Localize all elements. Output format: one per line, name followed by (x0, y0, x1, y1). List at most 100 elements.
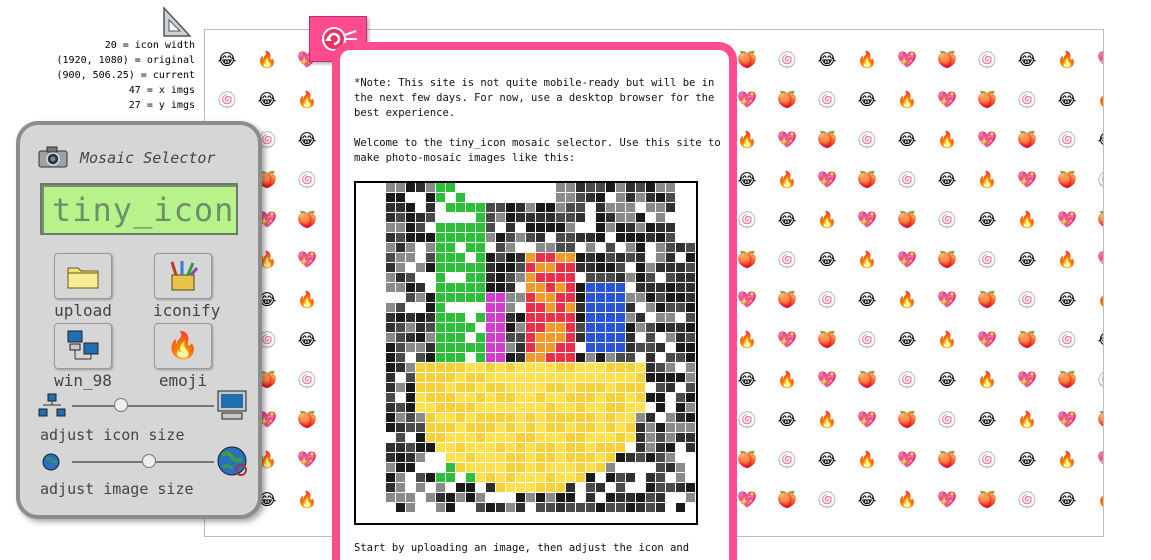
image-size-slider[interactable] (38, 445, 248, 479)
sample-mosaic-tile (546, 363, 555, 372)
sample-mosaic-tile (376, 203, 385, 212)
sample-mosaic-tile (536, 393, 545, 402)
sample-mosaic-tile (356, 483, 365, 492)
sample-mosaic-tile (396, 413, 405, 422)
mosaic-emoji-tile: 😂 (897, 330, 917, 349)
sample-mosaic-tile (356, 253, 365, 262)
mosaic-emoji-tile: 🔥 (977, 170, 997, 189)
sample-mosaic-tile (556, 293, 565, 302)
sample-mosaic-tile (636, 263, 645, 272)
sample-mosaic-tile (456, 323, 465, 332)
sample-mosaic-tile (546, 473, 555, 482)
sample-mosaic-tile (676, 373, 685, 382)
sample-mosaic-tile (356, 473, 365, 482)
sample-mosaic-tile (596, 233, 605, 242)
mosaic-emoji-tile: 🍥 (977, 250, 997, 269)
sample-mosaic-tile (636, 393, 645, 402)
sample-mosaic-tile (356, 303, 365, 312)
sample-mosaic-tile (526, 193, 535, 202)
mosaic-emoji-tile: 🍥 (817, 290, 837, 309)
sample-mosaic-tile (666, 263, 675, 272)
sample-mosaic-tile (466, 303, 475, 312)
icon-size-slider[interactable] (38, 389, 248, 423)
sample-mosaic-tile (386, 483, 395, 492)
mosaic-emoji-tile: 🔥 (817, 210, 837, 229)
sample-mosaic-tile (396, 253, 405, 262)
sample-mosaic-tile (416, 373, 425, 382)
sample-mosaic-tile (546, 513, 555, 522)
sample-mosaic-tile (396, 263, 405, 272)
sample-mosaic-tile (436, 313, 445, 322)
sample-mosaic-tile (506, 513, 515, 522)
sample-mosaic-tile (456, 333, 465, 342)
sample-mosaic-tile (596, 243, 605, 252)
mosaic-emoji-tile: 💖 (1097, 450, 1103, 470)
sample-mosaic-tile (646, 463, 655, 472)
sample-mosaic-tile (526, 333, 535, 342)
sample-mosaic-tile (636, 183, 645, 192)
win98-button[interactable]: win_98 (53, 323, 113, 390)
sample-mosaic-tile (406, 303, 415, 312)
sample-mosaic-tile (496, 223, 505, 232)
sample-mosaic-tile (506, 193, 515, 202)
sample-mosaic-tile (446, 313, 455, 322)
sample-mosaic-tile (616, 513, 625, 522)
sample-mosaic-tile (446, 423, 455, 432)
sample-mosaic-tile (686, 243, 695, 252)
sample-mosaic-tile (376, 353, 385, 362)
sample-mosaic-tile (506, 233, 515, 242)
sample-mosaic-tile (356, 353, 365, 362)
emoji-button[interactable]: 🔥 emoji (153, 323, 213, 390)
sample-mosaic-tile (606, 233, 615, 242)
mosaic-emoji-tile: 🍥 (817, 90, 837, 109)
sample-mosaic-tile (576, 263, 585, 272)
sample-mosaic-tile (566, 323, 575, 332)
sample-mosaic-tile (656, 463, 665, 472)
sample-mosaic-tile (526, 413, 535, 422)
sample-mosaic-tile (606, 403, 615, 412)
sample-mosaic-tile (446, 403, 455, 412)
sample-mosaic-tile (476, 313, 485, 322)
sample-mosaic-tile (356, 283, 365, 292)
sample-mosaic-tile (366, 373, 375, 382)
sample-mosaic-tile (516, 453, 525, 462)
icon-size-knob[interactable] (114, 398, 129, 412)
sample-mosaic-tile (576, 433, 585, 442)
sample-mosaic-tile (616, 263, 625, 272)
sample-mosaic-tile (456, 363, 465, 372)
sample-mosaic-tile (486, 403, 495, 412)
image-size-knob[interactable] (142, 454, 157, 468)
sample-mosaic-tile (656, 183, 665, 192)
sample-mosaic-tile (456, 373, 465, 382)
mosaic-emoji-tile: 🍑 (897, 210, 917, 229)
sample-mosaic-tile (386, 193, 395, 202)
sample-mosaic-tile (686, 503, 695, 512)
icon-size-track[interactable] (72, 405, 214, 407)
sample-mosaic-tile (646, 353, 655, 362)
mosaic-emoji-tile: 💖 (1097, 50, 1103, 70)
upload-button[interactable]: upload (53, 253, 113, 320)
sample-mosaic-tile (626, 333, 635, 342)
sample-mosaic-tile (636, 453, 645, 462)
mosaic-emoji-tile: 🍥 (1017, 90, 1037, 109)
sample-mosaic-tile (636, 343, 645, 352)
sample-mosaic-tile (486, 443, 495, 452)
sample-mosaic-tile (666, 273, 675, 282)
sample-mosaic-tile (546, 353, 555, 362)
sample-mosaic-tile (556, 403, 565, 412)
lcd-text: tiny_icon (52, 191, 235, 229)
iconify-button[interactable]: iconify (153, 253, 220, 320)
sample-mosaic-tile (376, 363, 385, 372)
sample-mosaic-tile (576, 333, 585, 342)
sample-mosaic-tile (606, 433, 615, 442)
sample-mosaic-tile (606, 453, 615, 462)
small-network-icon (38, 393, 66, 417)
sample-mosaic-tile (606, 183, 615, 192)
sample-mosaic-tile (596, 403, 605, 412)
sample-mosaic-tile (506, 223, 515, 232)
sample-mosaic-tile (396, 363, 405, 372)
sample-mosaic-tile (376, 513, 385, 522)
sample-mosaic-tile (636, 293, 645, 302)
sample-mosaic-tile (486, 263, 495, 272)
sample-mosaic-tile (686, 363, 695, 372)
